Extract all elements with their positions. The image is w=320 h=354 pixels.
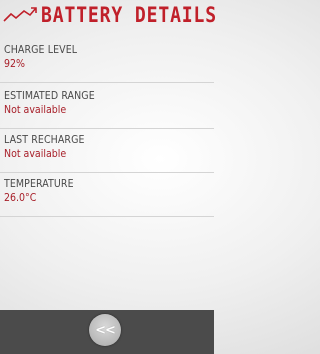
- detail-value: Not available: [4, 148, 67, 160]
- detail-value: 92%: [4, 58, 25, 70]
- detail-label: LAST RECHARGE: [4, 134, 85, 146]
- detail-last-recharge: LAST RECHARGE Not available: [0, 130, 214, 173]
- detail-label: ESTIMATED RANGE: [4, 90, 95, 102]
- footer-bar: <<: [0, 310, 214, 354]
- detail-temperature: TEMPERATURE 26.0°C: [0, 174, 214, 217]
- trend-line-icon: [3, 7, 37, 22]
- detail-charge-level: CHARGE LEVEL 92%: [0, 40, 214, 83]
- double-chevron-left-icon: <<: [95, 322, 116, 338]
- page-title: BATTERY DETAILS: [41, 3, 218, 27]
- detail-label: CHARGE LEVEL: [4, 44, 78, 56]
- detail-label: TEMPERATURE: [4, 178, 74, 190]
- detail-value: 26.0°C: [4, 192, 37, 204]
- detail-value: Not available: [4, 104, 67, 116]
- back-button[interactable]: <<: [89, 314, 121, 346]
- header: BATTERY DETAILS: [0, 0, 218, 36]
- detail-estimated-range: ESTIMATED RANGE Not available: [0, 86, 214, 129]
